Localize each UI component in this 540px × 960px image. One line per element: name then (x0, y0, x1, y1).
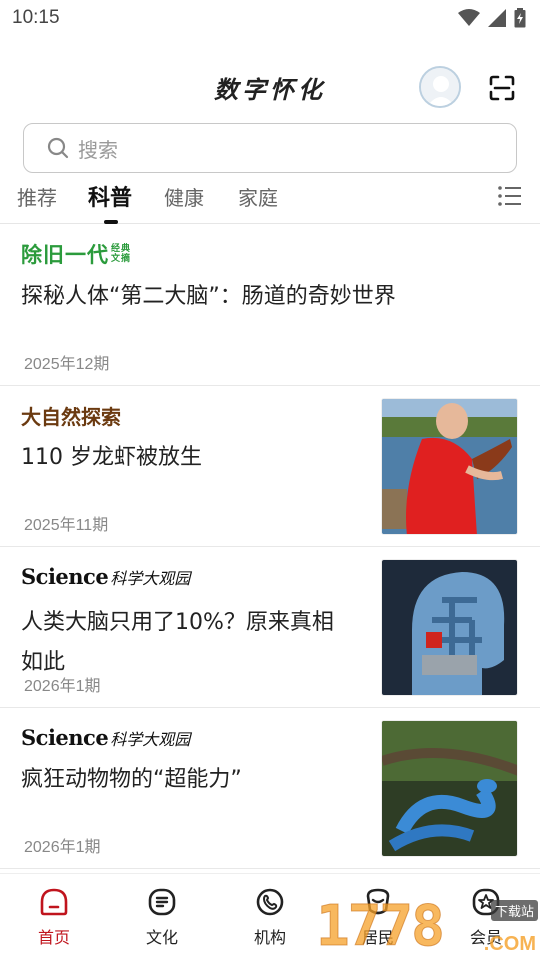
article-title: 探秘人体“第二大脑”：肠道的奇妙世界 (21, 284, 396, 309)
scan-icon[interactable] (488, 74, 516, 102)
article-title: 疯狂动物物的“超能力” (21, 767, 242, 792)
organization-icon (256, 888, 284, 916)
nav-home[interactable]: 首页 (14, 886, 94, 948)
search-icon (47, 137, 69, 159)
article-thumbnail (381, 559, 518, 696)
head-maze-illustration (382, 560, 517, 695)
source-logo: 大自然探索 (21, 402, 121, 429)
article-thumbnail (381, 720, 518, 857)
article-title: 人类大脑只用了10%？原来真相 如此 (21, 610, 334, 675)
article-item[interactable]: Science 科学大观园 人类大脑只用了10%？原来真相 如此 2026年1期 (0, 547, 540, 708)
article-item[interactable]: Science 科学大观园 疯狂动物物的“超能力” 2026年1期 (0, 708, 540, 869)
nav-organization[interactable]: 机构 (230, 886, 310, 948)
source-logo-text: 大自然探索 (21, 404, 121, 429)
search-placeholder: 搜索 (78, 139, 118, 162)
watermark-logo: 1778 下载站 .COM (316, 894, 540, 960)
nav-home-label: 首页 (37, 928, 70, 947)
source-logo-text: Science 科学大观园 (21, 563, 191, 589)
article-item[interactable]: 大自然探索 110 岁龙虾被放生 2025年11期 (0, 386, 540, 547)
home-icon (40, 888, 68, 916)
tab-science[interactable]: 科普 (88, 180, 132, 212)
lobster-photo (382, 399, 517, 534)
watermark-suffix: .COM (483, 933, 536, 955)
category-tabs: 推荐 科普 健康 家庭 (0, 178, 540, 224)
article-issue: 2026年1期 (24, 678, 101, 695)
battery-charging-icon (514, 8, 526, 28)
blue-snake-photo (382, 721, 517, 856)
status-icons (458, 8, 526, 28)
wifi-icon (458, 9, 480, 26)
source-logo: Science 科学大观园 (21, 724, 190, 750)
tab-family[interactable]: 家庭 (238, 182, 278, 211)
culture-icon (148, 888, 176, 916)
source-logo-text: 除旧一代 经典文摘 (21, 243, 132, 267)
status-bar: 10:15 (0, 0, 540, 36)
article-issue: 2026年1期 (24, 839, 101, 856)
watermark-text: 1778 (316, 894, 446, 960)
source-logo-text: Science 科学大观园 (21, 724, 191, 750)
source-logo: Science 科学大观园 (21, 563, 190, 589)
article-issue: 2025年12期 (24, 356, 110, 373)
signal-icon (488, 9, 506, 27)
tab-health[interactable]: 健康 (164, 182, 204, 211)
source-logo: 除旧一代 经典文摘 (21, 241, 131, 267)
article-title: 110 岁龙虾被放生 (21, 445, 202, 470)
status-time: 10:15 (12, 7, 60, 28)
search-input[interactable]: 搜索 (23, 123, 517, 173)
tab-recommend[interactable]: 推荐 (17, 182, 57, 211)
nav-organization-label: 机构 (253, 928, 286, 947)
article-item[interactable]: 除旧一代 经典文摘 探秘人体“第二大脑”：肠道的奇妙世界 2025年12期 (0, 225, 540, 386)
article-thumbnail (381, 398, 518, 535)
watermark-tag: 下载站 (490, 900, 538, 921)
app-header: 数字怀化 (0, 60, 540, 116)
avatar[interactable] (419, 66, 461, 108)
active-tab-indicator (104, 220, 118, 224)
article-issue: 2025年11期 (24, 517, 109, 534)
nav-culture[interactable]: 文化 (122, 886, 202, 948)
menu-list-icon[interactable] (497, 184, 523, 208)
nav-culture-label: 文化 (145, 928, 178, 947)
